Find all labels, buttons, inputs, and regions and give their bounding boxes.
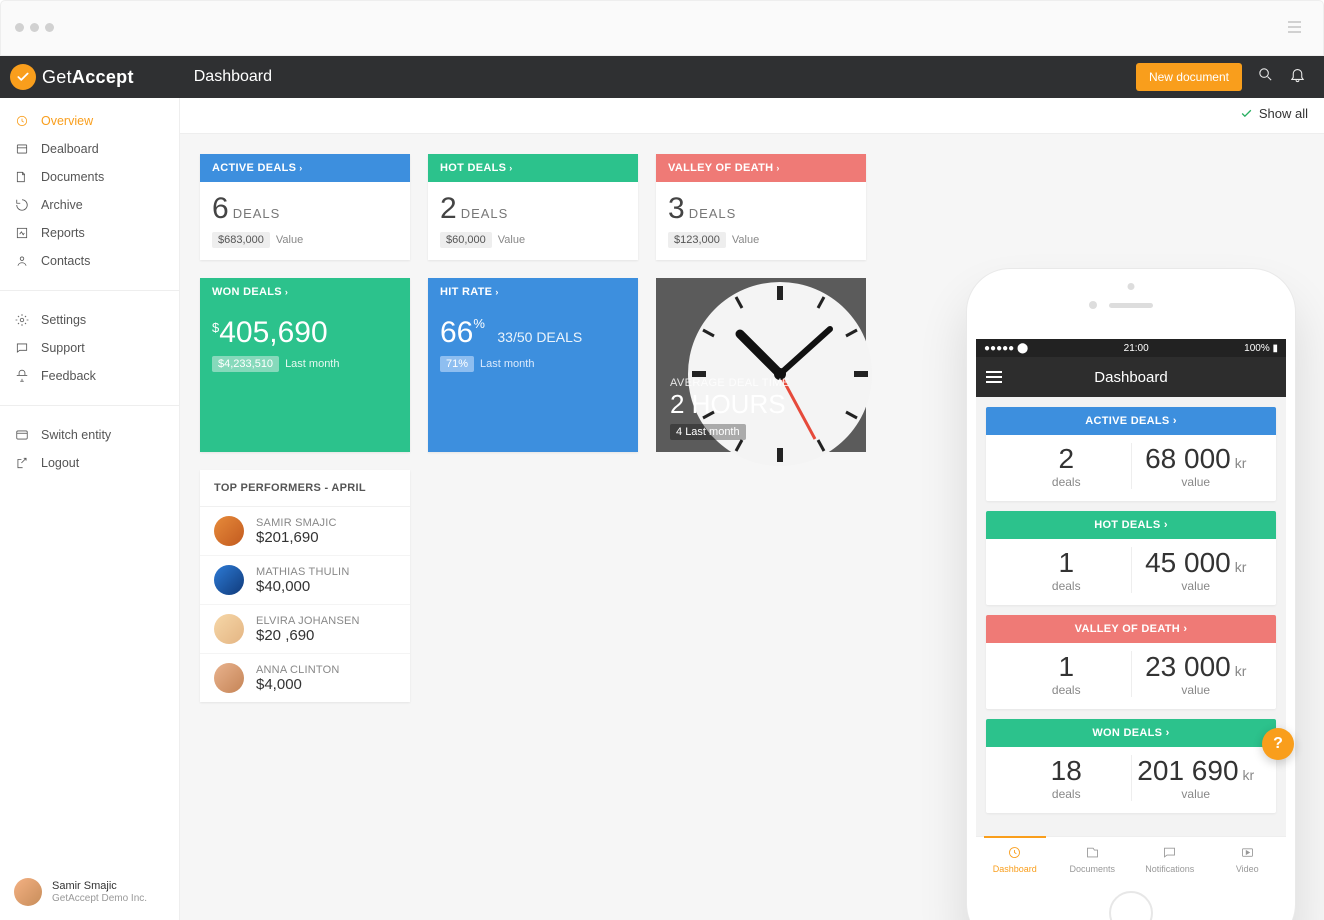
user-name: Samir Smajic bbox=[52, 880, 147, 892]
nav-icon bbox=[14, 369, 29, 383]
performer-row[interactable]: MATHIAS THULIN$40,000 bbox=[200, 556, 410, 605]
burger-icon[interactable] bbox=[986, 371, 1002, 383]
performer-row[interactable]: ELVIRA JOHANSEN$20 ,690 bbox=[200, 605, 410, 654]
sidebar-item-overview[interactable]: Overview bbox=[0, 107, 179, 135]
tab-icon bbox=[1007, 845, 1022, 862]
nav-icon bbox=[14, 142, 29, 156]
user-org: GetAccept Demo Inc. bbox=[52, 893, 147, 904]
phone-header: Dashboard bbox=[976, 357, 1286, 397]
phone-card[interactable]: WON DEALS ›18deals201 690krvalue bbox=[986, 719, 1276, 813]
help-button[interactable]: ? bbox=[1262, 728, 1294, 760]
page-title: Dashboard bbox=[194, 68, 272, 86]
search-icon[interactable] bbox=[1257, 66, 1274, 88]
nav-icon bbox=[14, 198, 29, 212]
active-deals-header[interactable]: ACTIVE DEALS› bbox=[200, 154, 410, 182]
nav-icon bbox=[14, 254, 29, 268]
app-header: GetAccept Dashboard New document bbox=[0, 56, 1324, 98]
valley-header[interactable]: VALLEY OF DEATH› bbox=[656, 154, 866, 182]
bell-icon[interactable] bbox=[1289, 66, 1306, 88]
check-icon bbox=[1240, 107, 1253, 120]
sidebar-item-feedback[interactable]: Feedback bbox=[0, 362, 179, 390]
tab-icon bbox=[1085, 845, 1100, 862]
nav-icon bbox=[14, 341, 29, 355]
main-content: Show all ACTIVE DEALS› 6DEALS $683,000Va… bbox=[180, 98, 1324, 920]
avatar bbox=[14, 878, 42, 906]
nav-icon bbox=[14, 226, 29, 240]
new-document-button[interactable]: New document bbox=[1136, 63, 1242, 91]
performers-title: TOP PERFORMERS - APRIL bbox=[200, 470, 410, 507]
hit-header[interactable]: HIT RATE› bbox=[428, 278, 638, 306]
avatar bbox=[214, 565, 244, 595]
tab-icon bbox=[1240, 845, 1255, 862]
top-performers-card: TOP PERFORMERS - APRIL SAMIR SMAJIC$201,… bbox=[200, 470, 410, 702]
sidebar-item-dealboard[interactable]: Dealboard bbox=[0, 135, 179, 163]
won-header[interactable]: WON DEALS› bbox=[200, 278, 410, 306]
nav-icon bbox=[14, 428, 29, 442]
phone-statusbar: ●●●●● ⬤ 21:00 100% ▮ bbox=[976, 339, 1286, 357]
tab-icon bbox=[1162, 845, 1177, 862]
hit-rate-card: HIT RATE› 66% 33/50 DEALS 71%Last month bbox=[428, 278, 638, 452]
sidebar-item-documents[interactable]: Documents bbox=[0, 163, 179, 191]
hot-deals-card: HOT DEALS› 2DEALS $60,000Value bbox=[428, 154, 638, 260]
sidebar-item-logout[interactable]: Logout bbox=[0, 449, 179, 477]
nav-icon bbox=[14, 170, 29, 184]
phone-tab-notifications[interactable]: Notifications bbox=[1131, 837, 1209, 882]
valley-card: VALLEY OF DEATH› 3DEALS $123,000Value bbox=[656, 154, 866, 260]
hot-deals-header[interactable]: HOT DEALS› bbox=[428, 154, 638, 182]
nav-icon bbox=[14, 114, 29, 128]
sidebar-item-settings[interactable]: Settings bbox=[0, 306, 179, 334]
clock-icon bbox=[680, 274, 880, 474]
browser-chrome bbox=[0, 0, 1324, 56]
logo-icon[interactable] bbox=[10, 64, 36, 90]
phone-card[interactable]: HOT DEALS ›1deals45 000krvalue bbox=[986, 511, 1276, 605]
home-button[interactable] bbox=[1109, 891, 1153, 920]
phone-card[interactable]: VALLEY OF DEATH ›1deals23 000krvalue bbox=[986, 615, 1276, 709]
avg-deal-time-card: AVERAGE DEAL TIME 2 HOURS 4 Last month bbox=[656, 278, 866, 452]
sidebar: OverviewDealboardDocumentsArchiveReports… bbox=[0, 98, 180, 920]
sidebar-item-support[interactable]: Support bbox=[0, 334, 179, 362]
traffic-lights bbox=[15, 23, 54, 32]
show-all-toggle[interactable]: Show all bbox=[1240, 106, 1308, 121]
phone-tab-video[interactable]: Video bbox=[1209, 837, 1287, 882]
sidebar-item-reports[interactable]: Reports bbox=[0, 219, 179, 247]
nav-icon bbox=[14, 313, 29, 327]
sidebar-item-contacts[interactable]: Contacts bbox=[0, 247, 179, 275]
phone-card[interactable]: ACTIVE DEALS ›2deals68 000krvalue bbox=[986, 407, 1276, 501]
menu-icon[interactable] bbox=[1288, 21, 1301, 33]
performer-row[interactable]: SAMIR SMAJIC$201,690 bbox=[200, 507, 410, 556]
avatar bbox=[214, 516, 244, 546]
chevron-right-icon: › bbox=[299, 163, 302, 173]
phone-tab-documents[interactable]: Documents bbox=[1054, 837, 1132, 882]
avatar bbox=[214, 663, 244, 693]
sidebar-item-switch-entity[interactable]: Switch entity bbox=[0, 421, 179, 449]
active-deals-card: ACTIVE DEALS› 6DEALS $683,000Value bbox=[200, 154, 410, 260]
nav-icon bbox=[14, 456, 29, 470]
sidebar-item-archive[interactable]: Archive bbox=[0, 191, 179, 219]
performer-row[interactable]: ANNA CLINTON$4,000 bbox=[200, 654, 410, 702]
won-deals-card: WON DEALS› $405,690 $4,233,510Last month bbox=[200, 278, 410, 452]
user-footer[interactable]: Samir Smajic GetAccept Demo Inc. bbox=[0, 864, 179, 920]
phone-tab-dashboard[interactable]: Dashboard bbox=[976, 837, 1054, 882]
avatar bbox=[214, 614, 244, 644]
brand-name: GetAccept bbox=[42, 67, 134, 88]
phone-mockup: ●●●●● ⬤ 21:00 100% ▮ Dashboard ACTIVE DE… bbox=[966, 268, 1296, 920]
